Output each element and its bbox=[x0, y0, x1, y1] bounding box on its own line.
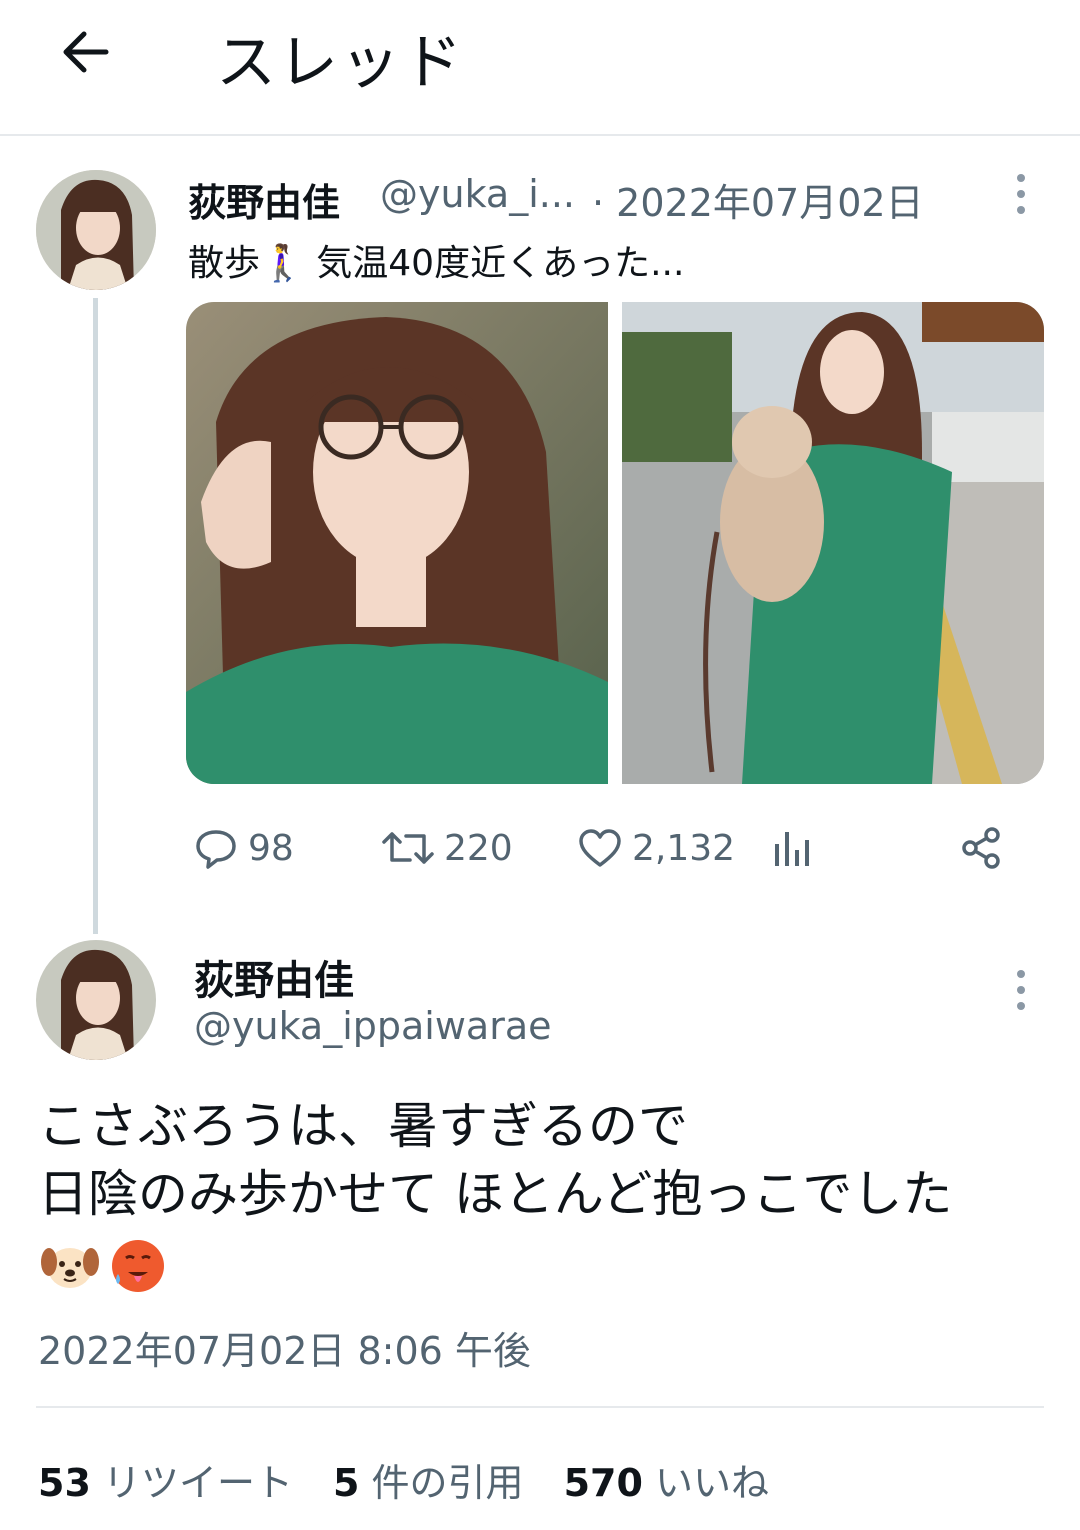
like-icon bbox=[579, 829, 621, 867]
tweet2-author-name[interactable]: 荻野由佳 bbox=[194, 948, 354, 1006]
tweet2-timestamp[interactable]: 2022年07月02日 8:06 午後 bbox=[38, 1320, 531, 1375]
page-title: スレッド bbox=[216, 28, 464, 98]
analytics-icon bbox=[775, 832, 809, 866]
dog-face-emoji bbox=[41, 1248, 99, 1288]
hot-face-emoji bbox=[112, 1240, 164, 1292]
top-bar: スレッド bbox=[0, 0, 1080, 136]
likes-stat-label: いいね bbox=[654, 1461, 769, 1505]
tweet2-stats: 53 リツイート 5 件の引用 570 いいね bbox=[38, 1452, 769, 1507]
divider bbox=[36, 1406, 1044, 1408]
tweet1-action-bar: 98 220 2,132 bbox=[0, 818, 1080, 878]
reply-icon bbox=[196, 830, 236, 869]
retweets-stat-count: 53 bbox=[38, 1461, 91, 1505]
back-arrow-icon[interactable] bbox=[56, 22, 116, 82]
tweet1-author-name[interactable]: 荻野由佳 bbox=[188, 172, 340, 227]
quotes-stat-label: 件の引用 bbox=[371, 1461, 524, 1505]
tweet2-emoji-row bbox=[40, 1236, 168, 1298]
tweet1-photo-grid bbox=[186, 302, 1044, 784]
tweet2-text-line2: 日陰のみ歩かせて ほとんど抱っこでした bbox=[38, 1165, 953, 1223]
tweet1-photo-portrait[interactable] bbox=[186, 302, 608, 784]
tweet2-text-line1: こさぶろうは、暑すぎるので bbox=[38, 1097, 688, 1155]
reply-count: 98 bbox=[248, 827, 294, 869]
like-button[interactable]: 2,132 bbox=[576, 818, 735, 878]
tweet1-photo-dog[interactable] bbox=[622, 302, 1044, 784]
retweet-button[interactable]: 220 bbox=[380, 818, 513, 878]
likes-stat-count: 570 bbox=[563, 1461, 643, 1505]
quotes-stat-count: 5 bbox=[333, 1461, 360, 1505]
avatar[interactable] bbox=[36, 940, 156, 1060]
tweet1-author-handle[interactable]: @yuka_i... bbox=[380, 172, 575, 216]
more-icon[interactable] bbox=[1006, 966, 1036, 1016]
tweet2-text: こさぶろうは、暑すぎるので 日陰のみ歩かせて ほとんど抱っこでした bbox=[38, 1092, 952, 1228]
like-count: 2,132 bbox=[632, 827, 736, 869]
retweets-stat[interactable]: 53 リツイート bbox=[38, 1452, 293, 1507]
retweet-icon bbox=[382, 832, 434, 864]
tweet2-author-handle[interactable]: @yuka_ippaiwarae bbox=[194, 1004, 552, 1048]
analytics-button[interactable] bbox=[770, 818, 822, 878]
retweet-count: 220 bbox=[444, 827, 513, 869]
avatar[interactable] bbox=[36, 170, 156, 290]
reply-button[interactable]: 98 bbox=[192, 818, 294, 878]
likes-stat[interactable]: 570 いいね bbox=[564, 1452, 769, 1507]
share-button[interactable] bbox=[958, 818, 1014, 878]
share-icon bbox=[962, 827, 1000, 869]
tweet1-date[interactable]: · 2022年07月02日 bbox=[592, 172, 924, 227]
tweet1-text: 散歩🚶‍♀️ 気温40度近くあった... bbox=[188, 243, 685, 284]
retweets-stat-label: リツイート bbox=[102, 1461, 293, 1505]
more-icon[interactable] bbox=[1006, 170, 1036, 220]
quotes-stat[interactable]: 5 件の引用 bbox=[333, 1452, 524, 1507]
